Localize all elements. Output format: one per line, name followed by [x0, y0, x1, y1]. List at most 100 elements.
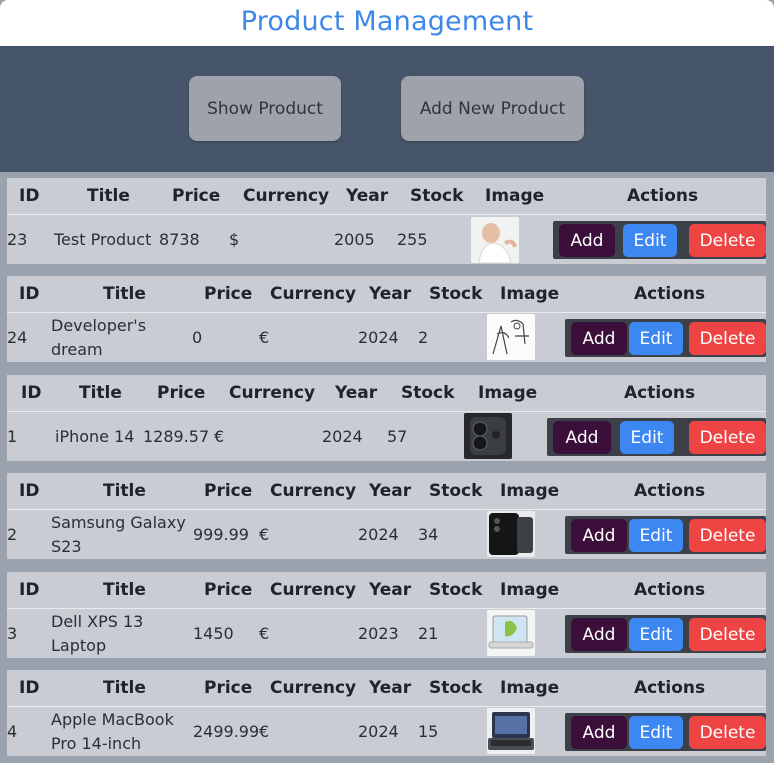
page-title: Product Management	[240, 6, 534, 37]
cell-currency: €	[259, 624, 270, 643]
header-stock: Stock	[429, 284, 483, 304]
add-button[interactable]: Add	[559, 224, 615, 257]
header-divider	[7, 411, 766, 412]
header-actions: Actions	[634, 678, 706, 698]
cell-year: 2005	[334, 230, 375, 249]
cell-stock: 15	[418, 722, 439, 741]
header-stock: Stock	[401, 383, 455, 403]
edit-button[interactable]: Edit	[629, 322, 683, 355]
edit-button[interactable]: Edit	[629, 519, 683, 552]
cell-title: iPhone 14	[55, 427, 135, 446]
header-id: ID	[19, 580, 40, 600]
header-divider	[7, 706, 766, 707]
iphone-image	[464, 413, 512, 459]
person-photo-image	[471, 217, 519, 263]
edit-button[interactable]: Edit	[629, 618, 683, 651]
cell-id: 23	[7, 230, 28, 249]
cell-year: 2024	[358, 525, 399, 544]
cell-title: Dell XPS 13 Laptop	[51, 612, 144, 655]
cell-price: 1289.57	[143, 427, 210, 446]
header-divider	[7, 214, 766, 215]
cell-id: 2	[7, 525, 18, 544]
show-product-button[interactable]: Show Product	[189, 76, 341, 141]
add-button[interactable]: Add	[571, 716, 627, 749]
header-price: Price	[172, 186, 221, 206]
header-stock: Stock	[429, 580, 483, 600]
header-id: ID	[19, 186, 40, 206]
header-image: Image	[500, 284, 560, 304]
product-card: ID Title Price Currency Year Stock Image…	[7, 276, 766, 362]
header-title: Title	[103, 678, 146, 698]
header-stock: Stock	[429, 678, 483, 698]
header-id: ID	[19, 481, 40, 501]
cell-stock: 2	[418, 328, 429, 347]
header-price: Price	[204, 678, 253, 698]
cell-title: Developer's dream	[51, 316, 147, 359]
cell-year: 2024	[358, 328, 399, 347]
header-title: Title	[103, 580, 146, 600]
product-card: ID Title Price Currency Year Stock Image…	[7, 473, 766, 559]
header-id: ID	[19, 678, 40, 698]
header-divider	[7, 608, 766, 609]
header-image: Image	[478, 383, 538, 403]
edit-button[interactable]: Edit	[623, 224, 677, 257]
delete-button[interactable]: Delete	[689, 716, 766, 749]
header-year: Year	[346, 186, 389, 206]
edit-button[interactable]: Edit	[629, 716, 683, 749]
header-currency: Currency	[229, 383, 316, 403]
product-card: ID Title Price Currency Year Stock Image…	[7, 572, 766, 658]
header-title: Title	[103, 481, 146, 501]
add-button[interactable]: Add	[571, 519, 627, 552]
header-actions: Actions	[634, 481, 706, 501]
header-image: Image	[500, 481, 560, 501]
cell-id: 4	[7, 722, 18, 741]
product-card: ID Title Price Currency Year Stock Image…	[7, 178, 766, 264]
header-year: Year	[369, 678, 412, 698]
cell-stock: 21	[418, 624, 439, 643]
add-button[interactable]: Add	[553, 421, 611, 454]
header-year: Year	[369, 580, 412, 600]
delete-button[interactable]: Delete	[689, 224, 766, 257]
header-title: Title	[87, 186, 130, 206]
header-image: Image	[500, 580, 560, 600]
actions-group: Add Edit Delete	[553, 221, 766, 259]
cell-title: Test Product	[54, 230, 152, 249]
add-button[interactable]: Add	[571, 322, 627, 355]
cell-id: 24	[7, 328, 28, 347]
cell-currency: €	[259, 525, 270, 544]
header-image: Image	[500, 678, 560, 698]
header-actions: Actions	[634, 284, 706, 304]
delete-button[interactable]: Delete	[689, 519, 766, 552]
delete-button[interactable]: Delete	[689, 618, 766, 651]
cell-currency: $	[229, 230, 240, 249]
cell-year: 2024	[322, 427, 363, 446]
header-currency: Currency	[270, 678, 357, 698]
cell-stock: 34	[418, 525, 439, 544]
header-stock: Stock	[410, 186, 464, 206]
header-divider	[7, 312, 766, 313]
delete-button[interactable]: Delete	[689, 421, 766, 454]
header-id: ID	[19, 284, 40, 304]
delete-button[interactable]: Delete	[689, 322, 766, 355]
header-stock: Stock	[429, 481, 483, 501]
actions-group: Add Edit Delete	[565, 319, 766, 357]
add-new-product-button[interactable]: Add New Product	[401, 76, 584, 141]
actions-group: Add Edit Delete	[565, 713, 766, 751]
header-actions: Actions	[627, 186, 699, 206]
cell-title: Apple MacBook Pro 14-inch	[51, 710, 174, 753]
cell-stock: 57	[387, 427, 408, 446]
cell-currency: €	[259, 722, 270, 741]
cell-id: 1	[7, 427, 18, 446]
add-button[interactable]: Add	[571, 618, 627, 651]
header-currency: Currency	[270, 580, 357, 600]
edit-button[interactable]: Edit	[620, 421, 674, 454]
header-currency: Currency	[270, 284, 357, 304]
header-year: Year	[369, 481, 412, 501]
header-actions: Actions	[624, 383, 696, 403]
header-toolbar: Show Product Add New Product	[0, 46, 774, 172]
cell-title: Samsung Galaxy S23	[51, 513, 186, 556]
product-card: ID Title Price Currency Year Stock Image…	[7, 670, 766, 756]
actions-group: Add Edit Delete	[565, 615, 766, 653]
header-actions: Actions	[634, 580, 706, 600]
header-id: ID	[21, 383, 42, 403]
